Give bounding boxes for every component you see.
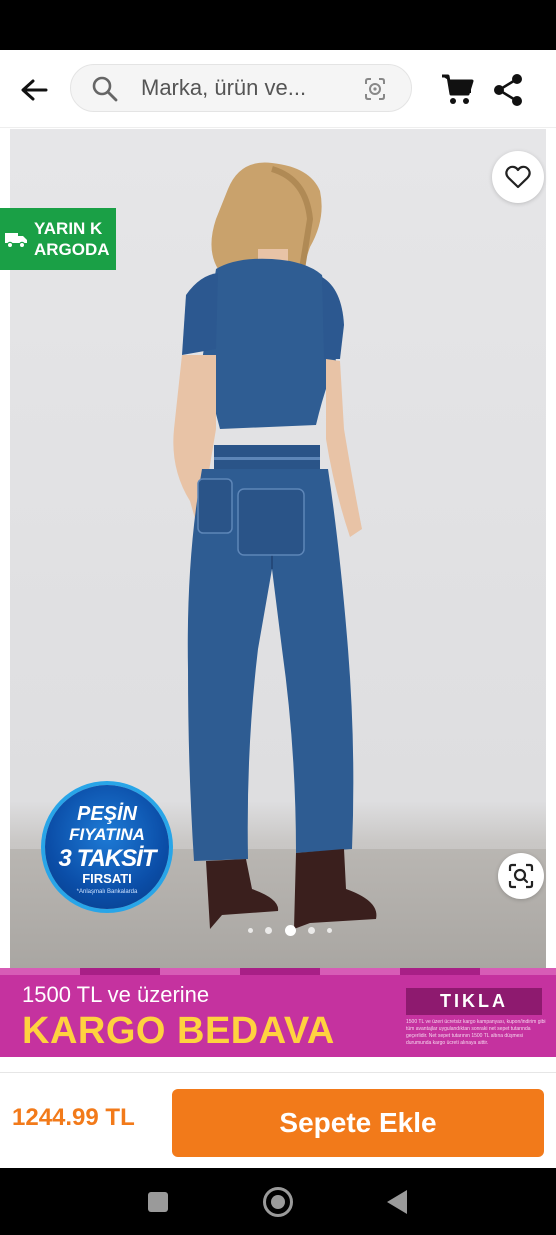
pagination-dot[interactable]: [307, 926, 315, 934]
product-price: 1244.99 TL: [12, 1104, 135, 1131]
arrow-left-icon: [21, 79, 48, 101]
cart-icon[interactable]: [440, 72, 476, 108]
zoom-button[interactable]: [498, 853, 544, 899]
installment-line3: 3 TAKSİT: [58, 845, 157, 872]
system-navigation-bar: [0, 1168, 556, 1235]
delivery-text: YARIN K ARGODA: [34, 219, 110, 259]
add-to-cart-button[interactable]: Sepete Ekle: [172, 1089, 544, 1157]
pagination-dot[interactable]: [248, 927, 253, 933]
pagination-dot[interactable]: [265, 926, 273, 934]
bottom-action-bar: 1244.99 TL Sepete Ekle: [0, 1072, 556, 1168]
installment-line2: FIYATINA: [69, 825, 145, 844]
home-button[interactable]: [263, 1187, 293, 1217]
pagination-dot[interactable]: [327, 927, 332, 933]
installment-line5: *Anlaşmalı Bankalarda: [76, 889, 138, 895]
search-box[interactable]: [70, 64, 412, 112]
installment-badge[interactable]: PEŞİN FIYATINA 3 TAKSİT FIRSATI *Anlaşma…: [45, 785, 169, 909]
installment-line4: FIRSATI: [82, 871, 132, 886]
camera-icon[interactable]: [361, 75, 389, 103]
promo-stripe: [0, 968, 556, 975]
system-back-button[interactable]: [387, 1190, 407, 1214]
product-gallery[interactable]: PEŞİN FIYATINA 3 TAKSİT FIRSATI *Anlaşma…: [0, 129, 556, 969]
free-shipping-banner[interactable]: 1500 TL ve üzerine KARGO BEDAVA TIKLA 15…: [0, 968, 556, 1057]
promo-big-text: KARGO BEDAVA: [22, 1010, 335, 1052]
promo-fine-print: 1500 TL ve üzeri ücretsiz kargo kampanya…: [406, 1019, 546, 1046]
back-button[interactable]: [14, 72, 54, 108]
share-icon[interactable]: [492, 72, 524, 108]
promo-small-text: 1500 TL ve üzerine: [22, 982, 210, 1007]
pagination-dot-active[interactable]: [284, 924, 296, 936]
search-input[interactable]: [141, 65, 357, 111]
status-bar: [0, 0, 556, 50]
heart-icon: [505, 165, 531, 189]
top-bar: [0, 50, 556, 128]
search-icon: [92, 76, 118, 102]
installment-line1: PEŞİN: [76, 803, 138, 825]
truck-icon: [5, 233, 27, 249]
favorite-button[interactable]: [492, 151, 544, 203]
delivery-badge: YARIN K ARGODA: [0, 208, 116, 270]
recent-apps-button[interactable]: [148, 1192, 168, 1212]
promo-cta-button[interactable]: TIKLA: [406, 988, 542, 1015]
zoom-scan-icon: [508, 863, 534, 889]
image-pagination: [248, 923, 332, 937]
